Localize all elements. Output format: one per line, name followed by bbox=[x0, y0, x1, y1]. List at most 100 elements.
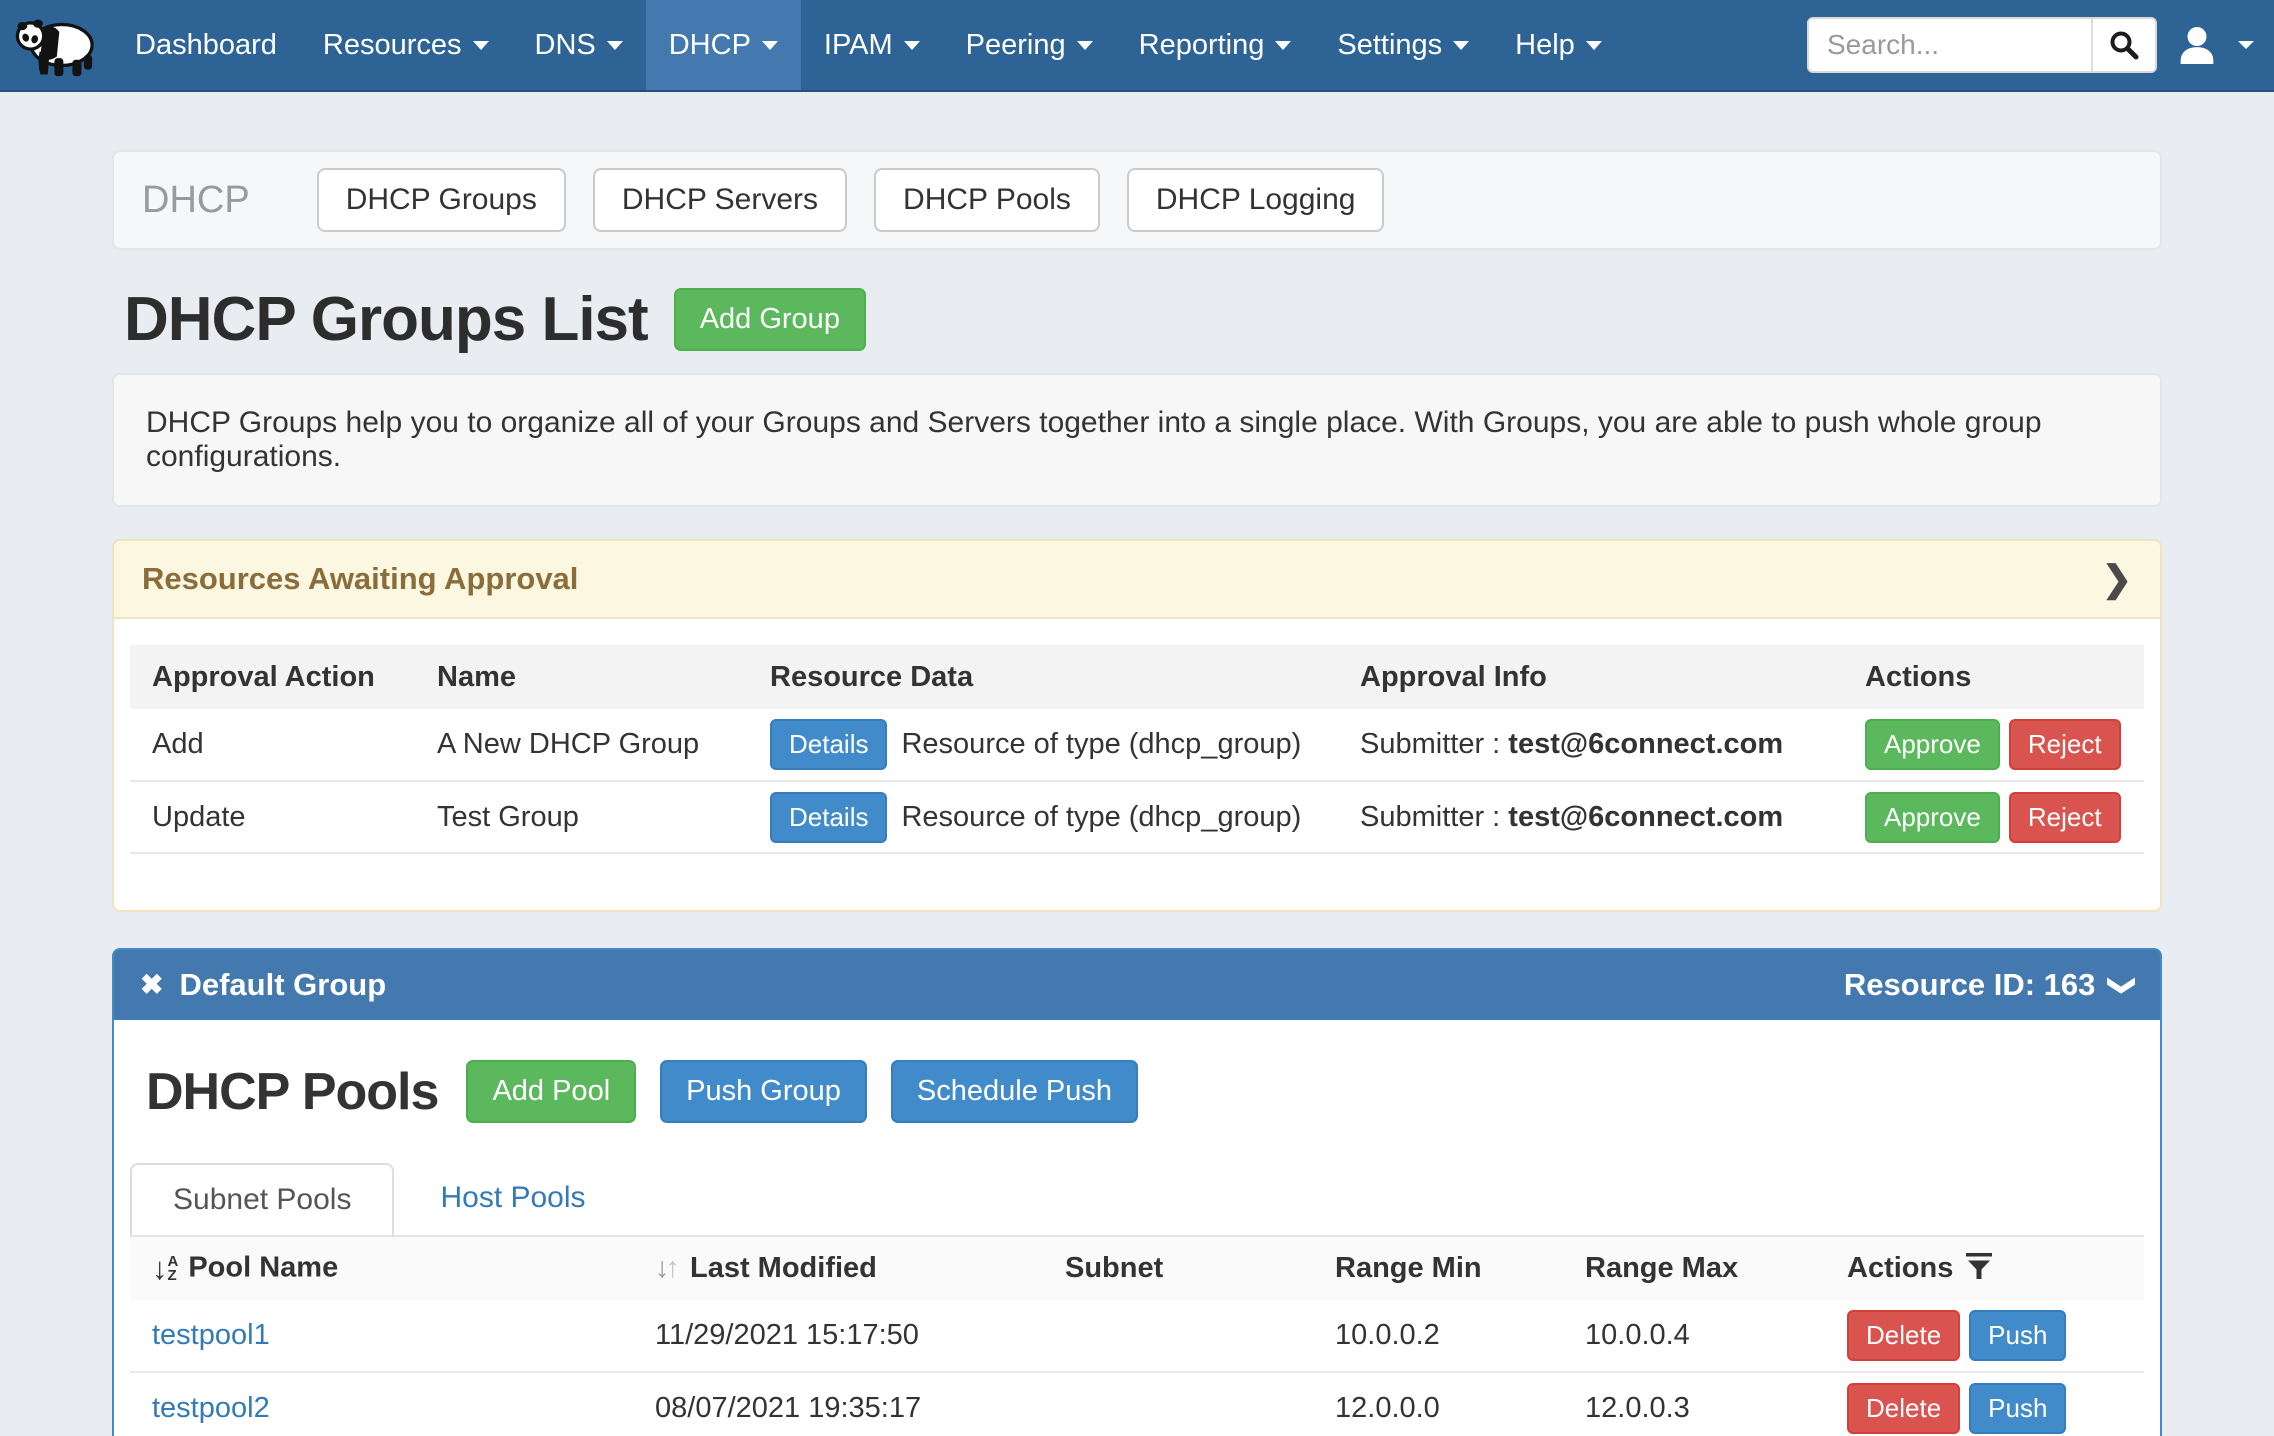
nav-item-dashboard[interactable]: Dashboard bbox=[112, 0, 300, 90]
pool-range-max-cell: 10.0.0.4 bbox=[1563, 1300, 1825, 1372]
delete-button[interactable]: Delete bbox=[1847, 1383, 1960, 1434]
nav-label: IPAM bbox=[824, 29, 893, 62]
approval-resource-cell: Details Resource of type (dhcp_group) bbox=[748, 709, 1338, 781]
reject-button[interactable]: Reject bbox=[2009, 792, 2121, 843]
approval-submitter-cell: Submitter : test@6connect.com bbox=[1338, 709, 1843, 781]
push-button[interactable]: Push bbox=[1969, 1310, 2066, 1361]
group-panel-body: DHCP Pools Add Pool Push Group Schedule … bbox=[114, 1020, 2160, 1436]
filter-icon[interactable] bbox=[1965, 1252, 1993, 1280]
approval-row: Add A New DHCP Group Details Resource of… bbox=[130, 709, 2144, 781]
dhcp-logging-button[interactable]: DHCP Logging bbox=[1127, 168, 1385, 232]
col-label: Pool Name bbox=[188, 1251, 338, 1283]
pool-row: testpool1 11/29/2021 15:17:50 10.0.0.2 1… bbox=[130, 1300, 2144, 1372]
pools-header-row: ↓AZPool Name ↓↑Last Modified Subnet Rang… bbox=[130, 1236, 2144, 1300]
col-last-modified[interactable]: ↓↑Last Modified bbox=[633, 1236, 1043, 1300]
panda-logo-icon bbox=[15, 12, 97, 78]
reject-button[interactable]: Reject bbox=[2009, 719, 2121, 770]
pool-link[interactable]: testpool2 bbox=[152, 1392, 270, 1424]
add-group-button[interactable]: Add Group bbox=[674, 288, 866, 351]
pool-range-min-cell: 10.0.0.2 bbox=[1313, 1300, 1563, 1372]
nav-label: DHCP bbox=[669, 29, 751, 62]
description-panel: DHCP Groups help you to organize all of … bbox=[112, 373, 2162, 507]
nav-label: Resources bbox=[323, 29, 462, 62]
approval-panel: Resources Awaiting Approval ❯ Approval A… bbox=[112, 539, 2162, 912]
push-button[interactable]: Push bbox=[1969, 1383, 2066, 1434]
approval-actions-cell: Approve Reject bbox=[1843, 781, 2144, 853]
approval-resource-cell: Details Resource of type (dhcp_group) bbox=[748, 781, 1338, 853]
col-pool-actions[interactable]: Actions bbox=[1825, 1236, 2144, 1300]
push-group-button[interactable]: Push Group bbox=[660, 1060, 867, 1123]
approve-button[interactable]: Approve bbox=[1865, 792, 2000, 843]
chevron-down-icon[interactable]: ❯ bbox=[2107, 974, 2138, 997]
search-group bbox=[1807, 17, 2157, 73]
caret-down-icon bbox=[1275, 41, 1291, 50]
search-icon bbox=[2109, 30, 2139, 60]
approval-header-row: Approval Action Name Resource Data Appro… bbox=[130, 645, 2144, 709]
pool-actions-cell: Delete Push bbox=[1825, 1372, 2144, 1436]
approval-table: Approval Action Name Resource Data Appro… bbox=[130, 645, 2144, 854]
dhcp-servers-button[interactable]: DHCP Servers bbox=[593, 168, 847, 232]
pools-heading-row: DHCP Pools Add Pool Push Group Schedule … bbox=[146, 1060, 2144, 1123]
caret-down-icon bbox=[1453, 41, 1469, 50]
col-name: Name bbox=[415, 645, 748, 709]
nav-item-resources[interactable]: Resources bbox=[300, 0, 512, 90]
dhcp-subnav: DHCP DHCP Groups DHCP Servers DHCP Pools… bbox=[112, 150, 2162, 250]
pool-name-cell: testpool1 bbox=[130, 1300, 633, 1372]
pool-range-max-cell: 12.0.0.3 bbox=[1563, 1372, 1825, 1436]
col-approval-info: Approval Info bbox=[1338, 645, 1843, 709]
nav-item-peering[interactable]: Peering bbox=[943, 0, 1116, 90]
approval-action-cell: Add bbox=[130, 709, 415, 781]
pool-tabs: Subnet Pools Host Pools bbox=[130, 1163, 2144, 1235]
pools-title: DHCP Pools bbox=[146, 1062, 438, 1122]
delete-button[interactable]: Delete bbox=[1847, 1310, 1960, 1361]
pools-table: ↓AZPool Name ↓↑Last Modified Subnet Rang… bbox=[130, 1235, 2144, 1436]
pool-range-min-cell: 12.0.0.0 bbox=[1313, 1372, 1563, 1436]
caret-down-icon bbox=[904, 41, 920, 50]
pool-actions-cell: Delete Push bbox=[1825, 1300, 2144, 1372]
add-pool-button[interactable]: Add Pool bbox=[466, 1060, 636, 1123]
col-pool-name[interactable]: ↓AZ Pool Name bbox=[130, 1236, 633, 1300]
details-button[interactable]: Details bbox=[770, 792, 887, 843]
search-button[interactable] bbox=[2091, 19, 2155, 71]
brand-logo[interactable] bbox=[0, 0, 112, 90]
nav-item-dhcp[interactable]: DHCP bbox=[646, 0, 801, 90]
nav-label: Help bbox=[1515, 29, 1575, 62]
approval-name-cell: Test Group bbox=[415, 781, 748, 853]
pool-link[interactable]: testpool1 bbox=[152, 1319, 270, 1351]
search-input[interactable] bbox=[1809, 19, 2091, 71]
approval-row: Update Test Group Details Resource of ty… bbox=[130, 781, 2144, 853]
default-group-panel: ✖ Default Group Resource ID: 163 ❯ DHCP … bbox=[112, 948, 2162, 1436]
col-label: Actions bbox=[1847, 1252, 1953, 1284]
sort-alpha-icon: ↓AZ bbox=[152, 1251, 178, 1287]
user-icon bbox=[2179, 26, 2215, 64]
caret-down-icon bbox=[607, 41, 623, 50]
col-range-max: Range Max bbox=[1563, 1236, 1825, 1300]
schedule-push-button[interactable]: Schedule Push bbox=[891, 1060, 1138, 1123]
nav-item-settings[interactable]: Settings bbox=[1314, 0, 1492, 90]
col-range-min: Range Min bbox=[1313, 1236, 1563, 1300]
resource-type-text: Resource of type (dhcp_group) bbox=[901, 801, 1301, 834]
pool-subnet-cell bbox=[1043, 1300, 1313, 1372]
details-button[interactable]: Details bbox=[770, 719, 887, 770]
main-nav: Dashboard Resources DNS DHCP IPAM Peerin… bbox=[112, 0, 1625, 90]
caret-down-icon bbox=[473, 41, 489, 50]
user-menu[interactable] bbox=[2179, 26, 2254, 64]
col-approval-action: Approval Action bbox=[130, 645, 415, 709]
approval-panel-body: Approval Action Name Resource Data Appro… bbox=[114, 619, 2160, 910]
approval-panel-heading: Resources Awaiting Approval ❯ bbox=[114, 541, 2160, 619]
tab-subnet-pools[interactable]: Subnet Pools bbox=[130, 1163, 394, 1235]
nav-item-ipam[interactable]: IPAM bbox=[801, 0, 943, 90]
nav-label: Reporting bbox=[1139, 29, 1265, 62]
dhcp-pools-button[interactable]: DHCP Pools bbox=[874, 168, 1100, 232]
nav-item-reporting[interactable]: Reporting bbox=[1116, 0, 1315, 90]
dhcp-groups-button[interactable]: DHCP Groups bbox=[317, 168, 566, 232]
approval-name-cell: A New DHCP Group bbox=[415, 709, 748, 781]
nav-item-dns[interactable]: DNS bbox=[512, 0, 646, 90]
approve-button[interactable]: Approve bbox=[1865, 719, 2000, 770]
caret-down-icon bbox=[1077, 41, 1093, 50]
chevron-right-icon[interactable]: ❯ bbox=[2102, 558, 2132, 600]
close-icon[interactable]: ✖ bbox=[140, 971, 163, 999]
subnav-title: DHCP bbox=[142, 179, 250, 222]
tab-host-pools[interactable]: Host Pools bbox=[440, 1181, 585, 1215]
nav-item-help[interactable]: Help bbox=[1492, 0, 1625, 90]
